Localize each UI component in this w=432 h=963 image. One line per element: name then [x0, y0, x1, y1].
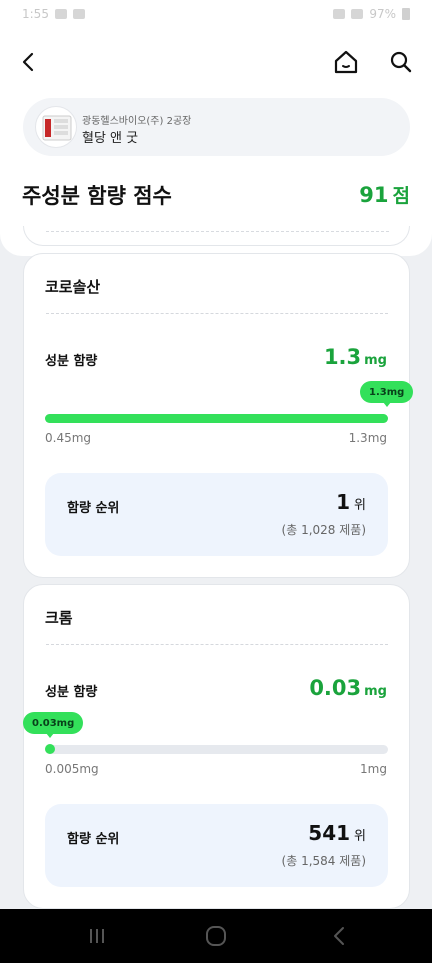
product-company: 광동헬스바이오(주) 2공장 [82, 116, 192, 127]
rank-unit: 위 [354, 498, 366, 513]
range-max: 1.3mg [348, 431, 387, 445]
back-button[interactable] [14, 48, 42, 76]
rank-box: 함량 순위 541 위 (총 1,584 제품) [45, 804, 388, 887]
divider [46, 313, 388, 314]
score-value: 91 [359, 183, 389, 207]
rank-unit: 위 [354, 829, 366, 844]
content-bar-fill [45, 414, 388, 423]
notification-icon [54, 9, 67, 19]
status-time: 1:55 [22, 7, 49, 21]
range-max: 1mg [360, 762, 387, 776]
score-label: 주성분 함량 점수 [22, 184, 172, 208]
rank-box: 함량 순위 1 위 (총 1,028 제품) [45, 473, 388, 556]
battery-icon [402, 8, 410, 20]
notification-icon [72, 9, 85, 19]
system-back-button[interactable] [326, 923, 352, 949]
content-unit: mg [364, 684, 387, 699]
rank: 1 위 [336, 490, 366, 514]
ingredient-name: 코로솔산 [45, 278, 101, 296]
product-card[interactable]: 광동헬스바이오(주) 2공장 혈당 앤 굿 [23, 98, 410, 156]
ingredient-card: 크롬 성분 함량 0.03 mg 0.03mg 0.005mg 1mg 함량 순… [23, 584, 410, 909]
content-value: 1.3 [323, 345, 362, 369]
rank-total: (총 1,584 제품) [281, 854, 366, 868]
system-home-button[interactable] [203, 923, 229, 949]
rank-label: 함량 순위 [67, 501, 120, 516]
content-label: 성분 함량 [45, 354, 98, 369]
rank-value: 1 [336, 490, 351, 514]
content-amount: 1.3 mg [324, 345, 387, 369]
value-tooltip: 1.3mg [360, 381, 414, 403]
header: 광동헬스바이오(주) 2공장 혈당 앤 굿 주성분 함량 점수 91 점 [0, 28, 432, 256]
value-tooltip: 0.03mg [23, 712, 84, 734]
content-bar-marker [45, 744, 55, 754]
system-nav-bar [0, 909, 432, 963]
previous-card-bottom [23, 226, 410, 246]
score: 91 점 [359, 181, 410, 208]
status-right: 97% [333, 7, 410, 21]
product-thumbnail [35, 106, 77, 148]
battery-percent: 97% [369, 7, 396, 21]
recent-apps-button[interactable] [84, 923, 110, 949]
recent-apps-icon [90, 929, 104, 943]
home-button[interactable] [331, 48, 361, 76]
search-icon [390, 51, 412, 73]
range-min: 0.45mg [45, 431, 92, 445]
content-amount: 0.03 mg [309, 676, 387, 700]
content-value: 0.03 [309, 676, 362, 700]
ingredient-name: 크롬 [45, 609, 73, 627]
divider [46, 644, 388, 645]
product-image [42, 115, 72, 141]
chevron-left-icon [22, 52, 34, 72]
status-left: 1:55 [22, 7, 85, 21]
signal-icon [351, 9, 364, 19]
rank-value: 541 [308, 821, 351, 845]
content-bar [45, 744, 388, 754]
status-bar: 1:55 97% [0, 0, 432, 28]
rank-total: (총 1,028 제품) [281, 523, 366, 537]
search-button[interactable] [387, 48, 415, 76]
product-name: 혈당 앤 굿 [82, 131, 139, 146]
content-unit: mg [364, 353, 387, 368]
rank-label: 함량 순위 [67, 832, 120, 847]
rank: 541 위 [308, 821, 366, 845]
home-icon [334, 50, 358, 74]
score-unit: 점 [392, 185, 410, 207]
tooltip-pointer [46, 733, 54, 738]
divider [46, 231, 389, 232]
content-label: 성분 함량 [45, 685, 98, 700]
home-pill-icon [206, 926, 226, 946]
nav-row [0, 46, 432, 78]
tooltip-pointer [383, 402, 391, 407]
content-bar [45, 414, 388, 423]
ingredient-card: 코로솔산 성분 함량 1.3 mg 1.3mg 0.45mg 1.3mg 함량 … [23, 253, 414, 578]
wifi-icon [333, 9, 346, 19]
range-min: 0.005mg [45, 762, 99, 776]
back-arrow-icon [334, 927, 344, 945]
